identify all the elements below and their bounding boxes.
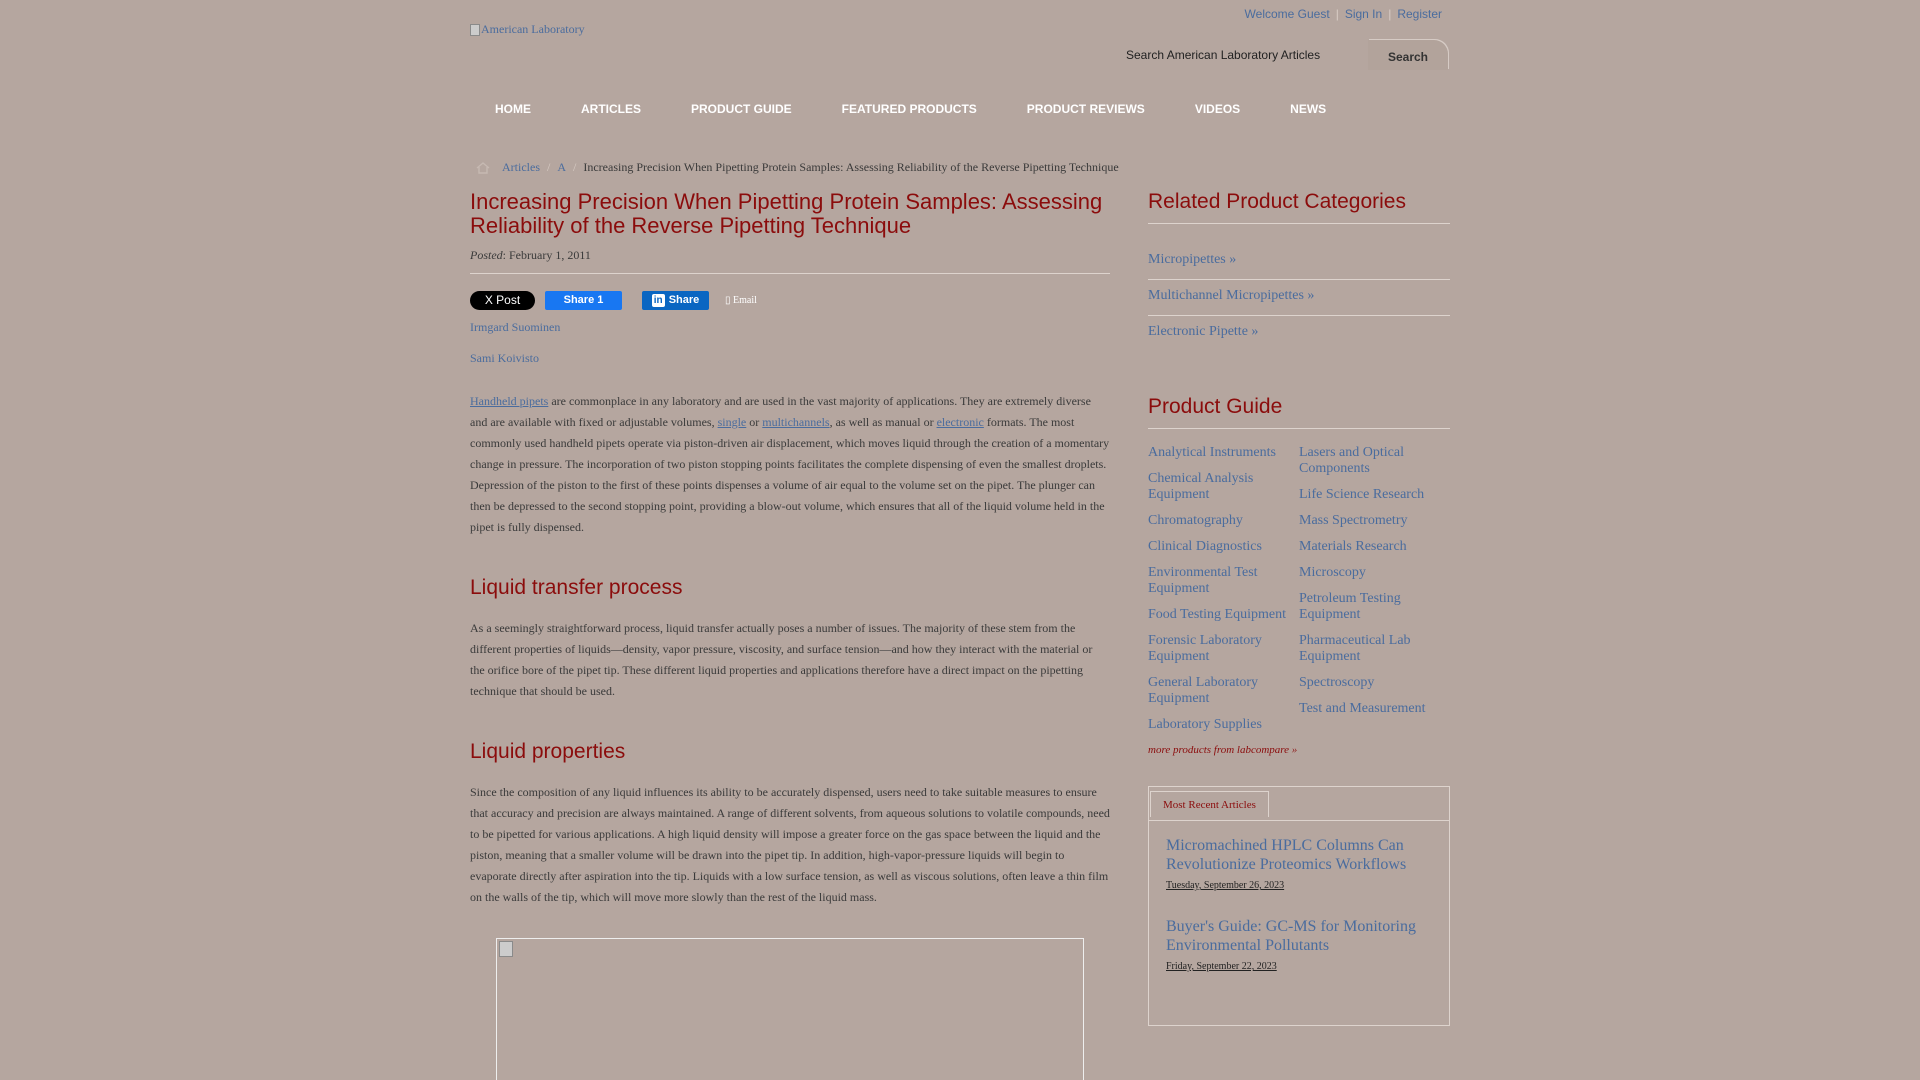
section-paragraph: As a seemingly straightforward process, … — [470, 621, 1093, 698]
product-guide-link[interactable]: Analytical Instruments — [1148, 445, 1299, 461]
product-guide-column: Lasers and Optical Components Life Scien… — [1299, 445, 1450, 743]
product-guide-link[interactable]: Mass Spectrometry — [1299, 513, 1450, 529]
recent-article: Buyer's Guide: GC-MS for Monitoring Envi… — [1149, 917, 1449, 972]
site-logo[interactable]: American Laboratory — [470, 22, 585, 37]
page: Welcome Guest | Sign In | Register American … — [470, 0, 1450, 1080]
product-guide-link[interactable]: Microscopy — [1299, 565, 1450, 581]
product-guide-link[interactable]: Test and Measurement — [1299, 701, 1450, 717]
x-post-label: X Post — [484, 293, 521, 307]
electronic-link[interactable]: electronic — [937, 415, 984, 429]
posted-label: Posted — [470, 248, 503, 262]
account-links: Welcome Guest | Sign In | Register — [1244, 7, 1442, 21]
multichannels-link[interactable]: multichannels — [762, 415, 829, 429]
linkedin-icon: in — [651, 293, 665, 307]
broken-image-icon — [470, 23, 480, 36]
email-icon: ▯ — [725, 294, 734, 306]
email-share-link[interactable]: ▯ Email — [725, 295, 757, 306]
nav-articles[interactable]: ARTICLES — [556, 96, 666, 122]
product-guide-link[interactable]: Environmental Test Equipment — [1148, 565, 1299, 597]
posted-date: : February 1, 2011 — [502, 248, 591, 262]
share-bar: X Post Share 1 in Share ▯ Email — [470, 290, 1110, 310]
nav-home[interactable]: HOME — [470, 96, 556, 122]
breadcrumb-current: Increasing Precision When Pipetting Prot… — [583, 160, 1119, 174]
product-guide-link[interactable]: Lasers and Optical Components — [1299, 445, 1450, 477]
x-post-button[interactable]: X Post — [470, 290, 535, 310]
author-link[interactable]: Irmgard Suominen — [470, 320, 1110, 341]
related-category-link[interactable]: Electronic Pipette » — [1148, 316, 1450, 351]
search-button[interactable]: Search — [1368, 40, 1448, 70]
product-guide-link[interactable]: Chemical Analysis Equipment — [1148, 471, 1299, 503]
product-guide-grid: Analytical Instruments Chemical Analysis… — [1148, 445, 1450, 743]
related-categories-list: Micropipettes » Multichannel Micropipett… — [1148, 244, 1450, 351]
search-form: Search — [1118, 40, 1448, 70]
broken-image-icon — [499, 941, 513, 957]
section-heading: Liquid properties — [470, 740, 626, 763]
posted-line: Posted: February 1, 2011 — [470, 248, 1110, 274]
sidebar: Related Product Categories Micropipettes… — [1148, 190, 1450, 1026]
product-guide-column: Analytical Instruments Chemical Analysis… — [1148, 445, 1299, 743]
article-figure — [496, 938, 1084, 1080]
product-guide-link[interactable]: Spectroscopy — [1299, 675, 1450, 691]
section-heading: Liquid transfer process — [470, 576, 683, 599]
recent-article: Micromachined HPLC Columns Can Revolutio… — [1149, 836, 1449, 891]
product-guide-link[interactable]: Materials Research — [1299, 539, 1450, 555]
breadcrumb-letter[interactable]: A — [557, 160, 566, 175]
related-category-link[interactable]: Multichannel Micropipettes » — [1148, 280, 1450, 316]
nav-videos[interactable]: VIDEOS — [1170, 96, 1265, 122]
logo-alt-text: American Laboratory — [481, 22, 585, 36]
tab-most-recent-articles[interactable]: Most Recent Articles — [1150, 791, 1269, 817]
handheld-pipets-link[interactable]: Handheld pipets — [470, 394, 548, 408]
intro-paragraph: Handheld pipets are commonplace in any l… — [470, 394, 1110, 534]
recent-article-title[interactable]: Micromachined HPLC Columns Can Revolutio… — [1166, 836, 1432, 874]
product-guide-heading: Product Guide — [1148, 395, 1450, 429]
product-guide-link[interactable]: Chromatography — [1148, 513, 1299, 529]
breadcrumb-articles[interactable]: Articles — [502, 160, 540, 175]
nav-product-reviews[interactable]: PRODUCT REVIEWS — [1002, 96, 1170, 122]
related-category-link[interactable]: Micropipettes » — [1148, 244, 1450, 280]
more-products-link[interactable]: more products from labcompare » — [1148, 744, 1450, 756]
register-link[interactable]: Register — [1397, 7, 1442, 21]
product-guide-link[interactable]: Food Testing Equipment — [1148, 607, 1299, 623]
nav-product-guide[interactable]: PRODUCT GUIDE — [666, 96, 817, 122]
email-label: Email — [733, 294, 757, 306]
author-link[interactable]: Sami Koivisto — [470, 351, 1110, 372]
linkedin-share-label: Share — [668, 294, 700, 306]
facebook-share-button[interactable]: Share 1 — [545, 290, 622, 310]
sign-in-link[interactable]: Sign In — [1345, 7, 1382, 21]
welcome-text: Welcome Guest — [1244, 7, 1330, 21]
recent-articles-box: Most Recent Articles Micromachined HPLC … — [1148, 786, 1450, 1026]
product-guide-link[interactable]: Forensic Laboratory Equipment — [1148, 633, 1299, 665]
single-link[interactable]: single — [718, 415, 747, 429]
product-guide-link[interactable]: Life Science Research — [1299, 487, 1450, 503]
product-guide-link[interactable]: Laboratory Supplies — [1148, 717, 1299, 733]
related-categories-heading: Related Product Categories — [1148, 190, 1450, 224]
product-guide-link[interactable]: Clinical Diagnostics — [1148, 539, 1299, 555]
nav-news[interactable]: NEWS — [1265, 96, 1351, 122]
product-guide-link[interactable]: Petroleum Testing Equipment — [1299, 591, 1450, 623]
recent-article-title[interactable]: Buyer's Guide: GC-MS for Monitoring Envi… — [1166, 917, 1432, 955]
recent-article-date: Tuesday, September 26, 2023 — [1166, 880, 1285, 891]
linkedin-share-button[interactable]: in Share — [642, 290, 709, 310]
product-guide-link[interactable]: Pharmaceutical Lab Equipment — [1299, 633, 1450, 665]
facebook-share-label: Share 1 — [563, 294, 604, 306]
article: Increasing Precision When Pipetting Prot… — [470, 190, 1110, 1080]
product-guide-link[interactable]: General Laboratory Equipment — [1148, 675, 1299, 707]
recent-article-date: Friday, September 22, 2023 — [1166, 961, 1277, 972]
search-input[interactable] — [1118, 40, 1380, 70]
nav-featured-products[interactable]: FEATURED PRODUCTS — [817, 96, 1002, 122]
breadcrumb: Articles / A / Increasing Precision When… — [470, 160, 1119, 175]
article-title: Increasing Precision When Pipetting Prot… — [470, 189, 1103, 238]
recent-tabs: Most Recent Articles — [1149, 787, 1449, 821]
section-paragraph: Since the composition of any liquid infl… — [470, 785, 1110, 904]
main-nav: HOME ARTICLES PRODUCT GUIDE FEATURED PRO… — [470, 96, 1450, 122]
home-icon[interactable] — [476, 161, 490, 174]
